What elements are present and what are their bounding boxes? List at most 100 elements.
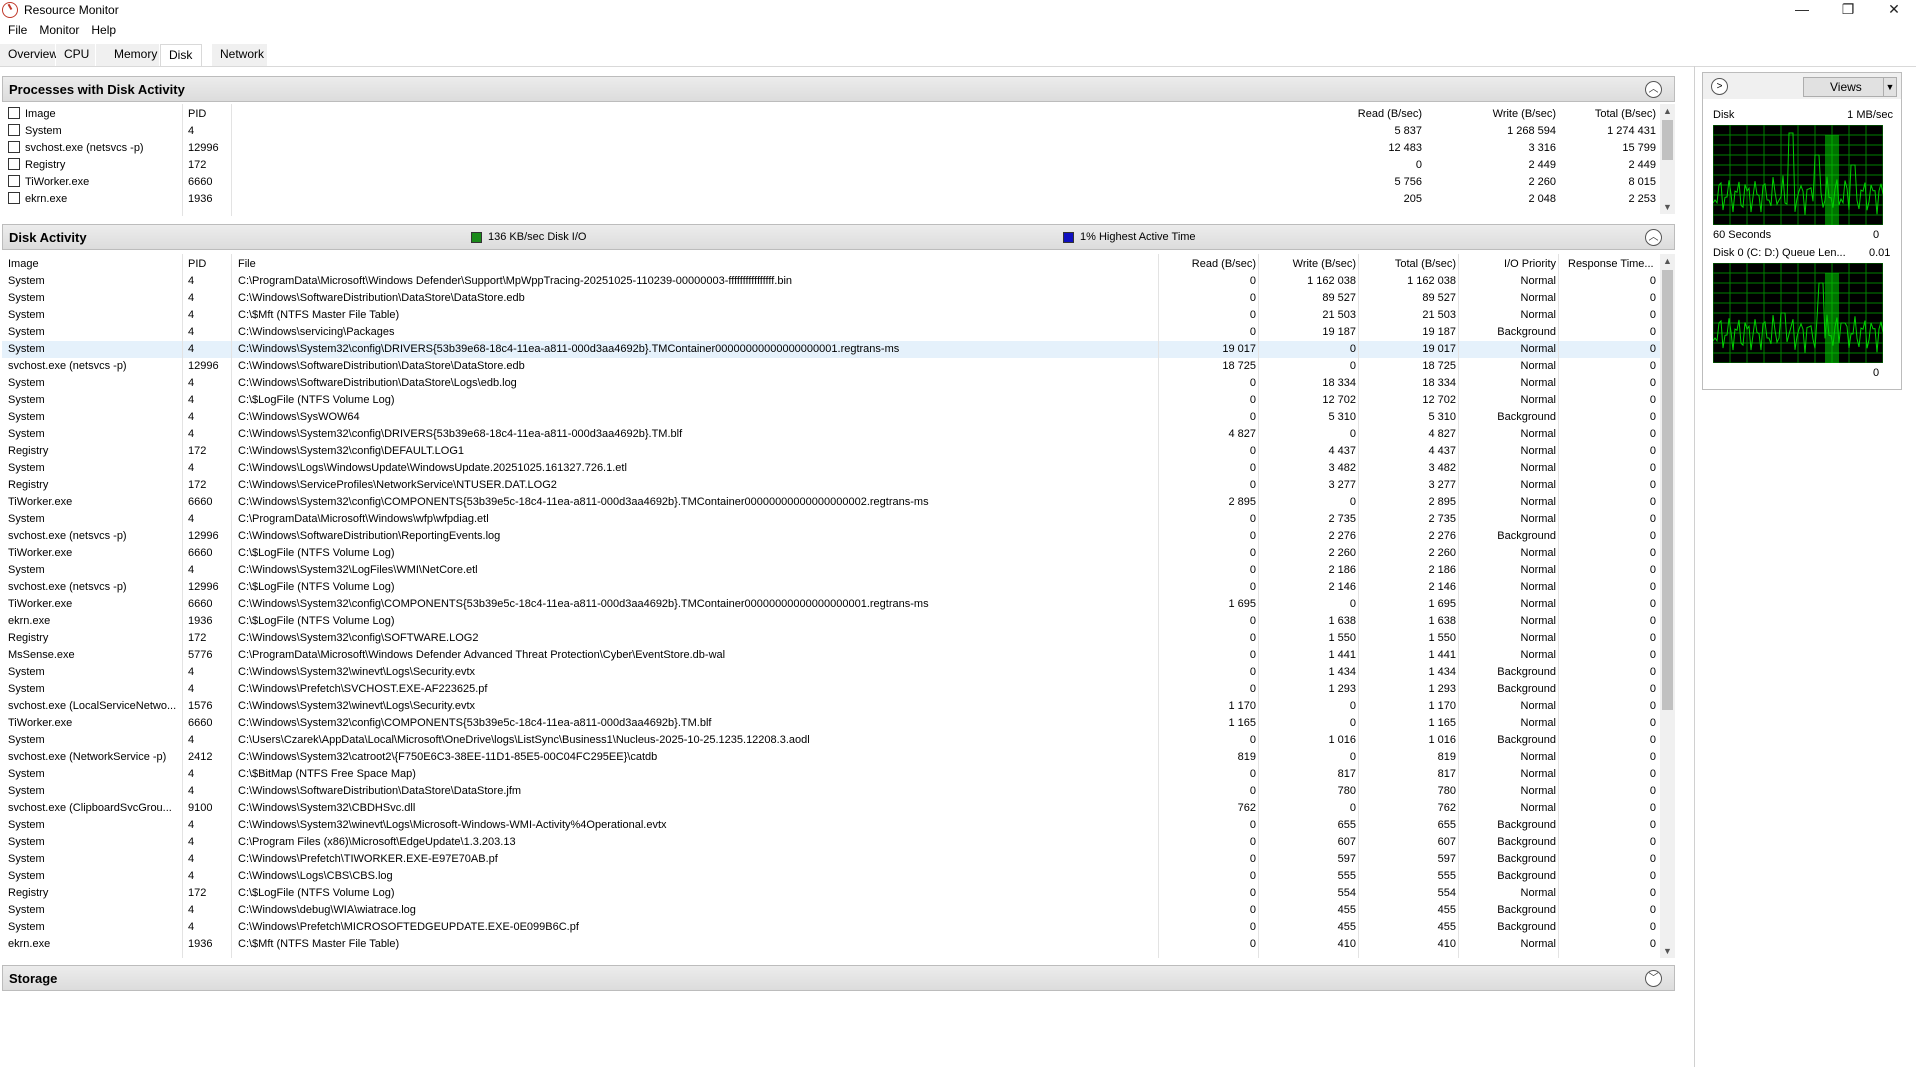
scroll-up-arrow-icon[interactable]: ▲	[1660, 254, 1675, 268]
scroll-up-arrow-icon[interactable]: ▲	[1660, 104, 1675, 118]
disk-activity-row[interactable]: System 4 C:\Windows\SoftwareDistribution\D…	[2, 290, 1662, 307]
menu-file[interactable]: File	[8, 23, 27, 37]
disk-activity-row[interactable]: TiWorker.exe 6660 C:\Windows\System32\conf…	[2, 494, 1662, 511]
process-checkbox[interactable]	[8, 175, 20, 188]
col-pid[interactable]: PID	[188, 108, 206, 120]
process-checkbox[interactable]	[8, 124, 20, 137]
col-image[interactable]: Image	[25, 108, 56, 120]
col-pid[interactable]: PID	[188, 258, 206, 270]
tab-cpu[interactable]: CPU	[56, 44, 96, 66]
disk-activity-row[interactable]: System 4 C:\Windows\System32\config\DRIVER…	[2, 341, 1662, 358]
tab-network[interactable]: Network	[212, 44, 268, 66]
disk-activity-row[interactable]: System 4 C:\Windows\SoftwareDistribution\D…	[2, 375, 1662, 392]
disk-activity-row[interactable]: ekrn.exe 1936 C:\$LogFile (NTFS Volume Log…	[2, 613, 1662, 630]
col-response-time[interactable]: Response Time...	[1568, 258, 1660, 270]
disk-activity-row[interactable]: System 4 C:\Windows\SoftwareDistribution\D…	[2, 783, 1662, 800]
disk-activity-row[interactable]: svchost.exe (netsvcs -p) 12996 C:\Windows\…	[2, 358, 1662, 375]
col-io-priority[interactable]: I/O Priority	[1458, 258, 1556, 270]
disk-activity-row[interactable]: System 4 C:\Windows\System32\LogFiles\WMI\…	[2, 562, 1662, 579]
disk-activity-row[interactable]: svchost.exe (ClipboardSvcGrou... 9100 C:\W…	[2, 800, 1662, 817]
disk-activity-row[interactable]: Registry 172 C:\Windows\System32\config\DE…	[2, 443, 1662, 460]
disk-activity-row[interactable]: System 4 C:\$Mft (NTFS Master File Table) 0…	[2, 307, 1662, 324]
menu-monitor[interactable]: Monitor	[39, 23, 79, 37]
disk-activity-row[interactable]: svchost.exe (netsvcs -p) 12996 C:\Windows\…	[2, 528, 1662, 545]
disk-activity-row[interactable]: System 4 C:\Windows\SysWOW64 0 5 310 5 310 Bac…	[2, 409, 1662, 426]
disk-row-pid: 4	[188, 462, 195, 474]
disk-activity-row[interactable]: System 4 C:\$LogFile (NTFS Volume Log) 0 12 …	[2, 392, 1662, 409]
views-dropdown-arrow-icon[interactable]: ▼	[1883, 77, 1897, 97]
process-write: 2 048	[1528, 193, 1556, 205]
disk-activity-row[interactable]: System 4 C:\Windows\servicing\Packages 0 19 …	[2, 324, 1662, 341]
disk-activity-row[interactable]: System 4 C:\Users\Czarek\AppData\Local\Mic…	[2, 732, 1662, 749]
disk-activity-row[interactable]: System 4 C:\Windows\Prefetch\MICROSOFTEDGE…	[2, 919, 1662, 936]
select-all-checkbox[interactable]	[8, 107, 20, 120]
processes-scrollbar[interactable]: ▲ ▼	[1660, 104, 1675, 214]
restore-button[interactable]: ❐	[1826, 0, 1870, 20]
process-row[interactable]: System 4 5 837 1 268 594 1 274 431	[2, 123, 1662, 140]
tab-memory[interactable]: Memory	[96, 44, 160, 66]
disk-activity-row[interactable]: Registry 172 C:\Windows\ServiceProfiles\Ne…	[2, 477, 1662, 494]
disk-activity-row[interactable]: svchost.exe (LocalServiceNetwo... 1576 C:\…	[2, 698, 1662, 715]
expand-chevron-down-icon[interactable]: ﹀	[1645, 970, 1662, 987]
disk-activity-row[interactable]: System 4 C:\Windows\Logs\CBS\CBS.log 0 555 55…	[2, 868, 1662, 885]
minimize-button[interactable]: —	[1780, 0, 1824, 20]
process-row[interactable]: Registry 172 0 2 449 2 449	[2, 157, 1662, 174]
disk-activity-row[interactable]: System 4 C:\Windows\Logs\WindowsUpdate\Win…	[2, 460, 1662, 477]
col-total[interactable]: Total (B/sec)	[1556, 108, 1656, 120]
disk-activity-row[interactable]: TiWorker.exe 6660 C:\Windows\System32\conf…	[2, 715, 1662, 732]
col-read[interactable]: Read (B/sec)	[1322, 108, 1422, 120]
expand-chevron-right-icon[interactable]: >	[1711, 78, 1728, 95]
disk-activity-row[interactable]: Registry 172 C:\Windows\System32\config\SO…	[2, 630, 1662, 647]
disk-activity-panel-header[interactable]: Disk Activity 136 KB/sec Disk I/O 1% Hig…	[2, 224, 1675, 250]
close-button[interactable]: ✕	[1872, 0, 1916, 20]
disk-activity-row[interactable]: MsSense.exe 5776 C:\ProgramData\Microsoft\…	[2, 647, 1662, 664]
process-checkbox[interactable]	[8, 158, 20, 171]
process-checkbox[interactable]	[8, 141, 20, 154]
process-row[interactable]: TiWorker.exe 6660 5 756 2 260 8 015	[2, 174, 1662, 191]
views-button[interactable]: Views	[1803, 77, 1885, 97]
disk-row-io-priority: Normal	[1520, 581, 1556, 593]
tab-strip: Overview CPU Memory Disk Network	[0, 44, 1916, 66]
disk-activity-row[interactable]: System 4 C:\$BitMap (NTFS Free Space Map) 0…	[2, 766, 1662, 783]
disk-row-image: System	[8, 292, 45, 304]
disk-activity-row[interactable]: Registry 172 C:\$LogFile (NTFS Volume Log)…	[2, 885, 1662, 902]
processes-header-row: Image PID Read (B/sec) Write (B/sec) Tot…	[2, 104, 1662, 121]
disk-activity-row[interactable]: svchost.exe (NetworkService -p) 2412 C:\Wi…	[2, 749, 1662, 766]
disk-activity-row[interactable]: System 4 C:\Windows\System32\winevt\Logs\S…	[2, 664, 1662, 681]
scroll-down-arrow-icon[interactable]: ▼	[1660, 944, 1675, 958]
col-write[interactable]: Write (B/sec)	[1456, 108, 1556, 120]
scroll-thumb[interactable]	[1662, 120, 1673, 160]
col-read[interactable]: Read (B/sec)	[1158, 258, 1256, 270]
process-row[interactable]: ekrn.exe 1936 205 2 048 2 253	[2, 191, 1662, 208]
disk-activity-scrollbar[interactable]: ▲ ▼	[1660, 254, 1675, 958]
disk-activity-row[interactable]: TiWorker.exe 6660 C:\$LogFile (NTFS Volume…	[2, 545, 1662, 562]
tab-overview[interactable]: Overview	[0, 44, 58, 66]
pane-splitter[interactable]	[1694, 66, 1695, 1067]
col-file[interactable]: File	[238, 258, 256, 270]
scroll-thumb[interactable]	[1662, 270, 1673, 710]
process-checkbox[interactable]	[8, 192, 20, 205]
disk-activity-row[interactable]: System 4 C:\Program Files (x86)\Microsoft\…	[2, 834, 1662, 851]
col-image[interactable]: Image	[8, 258, 39, 270]
col-write[interactable]: Write (B/sec)	[1258, 258, 1356, 270]
disk-activity-row[interactable]: System 4 C:\Windows\Prefetch\TIWORKER.EXE-…	[2, 851, 1662, 868]
disk-activity-row[interactable]: System 4 C:\ProgramData\Microsoft\Windows …	[2, 273, 1662, 290]
tab-disk[interactable]: Disk	[160, 44, 202, 66]
menu-help[interactable]: Help	[91, 23, 116, 37]
collapse-chevron-up-icon[interactable]: ︿	[1645, 81, 1662, 98]
disk-activity-row[interactable]: System 4 C:\Windows\System32\winevt\Logs\M…	[2, 817, 1662, 834]
disk-activity-row[interactable]: System 4 C:\ProgramData\Microsoft\Windows\…	[2, 511, 1662, 528]
disk-row-read: 0	[1249, 326, 1256, 338]
disk-activity-row[interactable]: System 4 C:\Windows\debug\WIA\wiatrace.log…	[2, 902, 1662, 919]
disk-activity-row[interactable]: System 4 C:\Windows\Prefetch\SVCHOST.EXE-A…	[2, 681, 1662, 698]
collapse-chevron-up-icon[interactable]: ︿	[1645, 229, 1662, 246]
scroll-down-arrow-icon[interactable]: ▼	[1660, 200, 1675, 214]
storage-panel-header[interactable]: Storage ﹀	[2, 965, 1675, 991]
disk-activity-row[interactable]: ekrn.exe 1936 C:\$Mft (NTFS Master File Ta…	[2, 936, 1662, 953]
col-total[interactable]: Total (B/sec)	[1358, 258, 1456, 270]
process-row[interactable]: svchost.exe (netsvcs -p) 12996 12 483 3 316…	[2, 140, 1662, 157]
disk-activity-row[interactable]: System 4 C:\Windows\System32\config\DRIVER…	[2, 426, 1662, 443]
disk-activity-row[interactable]: svchost.exe (netsvcs -p) 12996 C:\$LogFile…	[2, 579, 1662, 596]
processes-panel-header[interactable]: Processes with Disk Activity ︿	[2, 76, 1675, 102]
disk-activity-row[interactable]: TiWorker.exe 6660 C:\Windows\System32\conf…	[2, 596, 1662, 613]
